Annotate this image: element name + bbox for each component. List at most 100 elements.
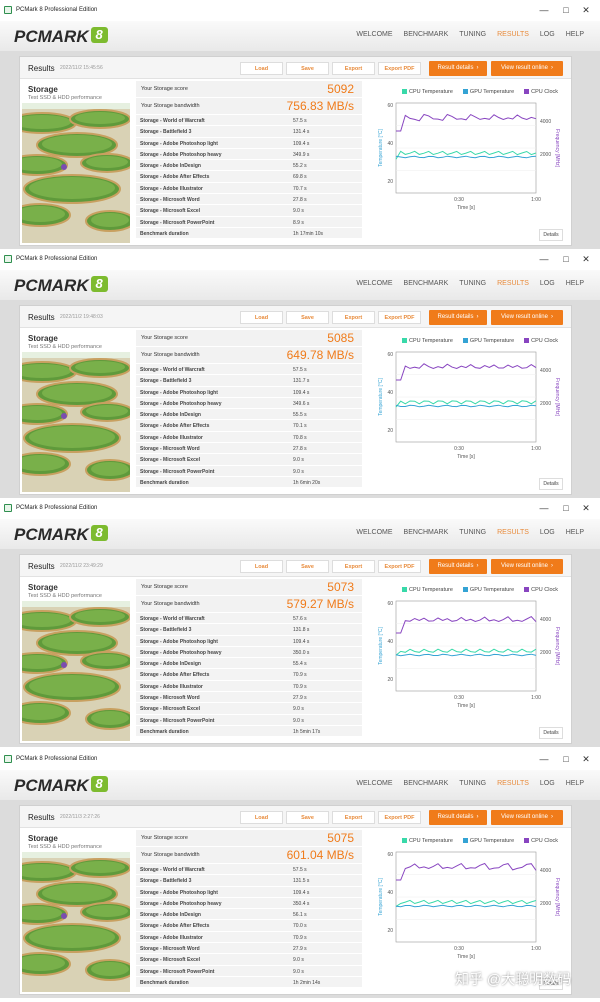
export-pdf-button[interactable]: Export PDF (378, 311, 421, 324)
results-table: Your Storage score 5075 Your Storage bandw… (136, 830, 362, 989)
view-result-online-button[interactable]: View result online › (491, 559, 563, 574)
score-label: Your Storage score (141, 584, 188, 590)
close-button[interactable]: ✕ (578, 3, 594, 17)
maximize-button[interactable]: □ (558, 752, 574, 766)
load-button[interactable]: Load (240, 560, 283, 573)
minimize-button[interactable]: — (536, 252, 552, 266)
maximize-button[interactable]: □ (558, 3, 574, 17)
benchmark-row: Storage - World of Warcraft 57.5 s (136, 364, 362, 376)
view-result-online-button[interactable]: View result online › (491, 810, 563, 825)
nav-results[interactable]: RESULTS (497, 31, 529, 38)
nav-welcome[interactable]: WELCOME (356, 780, 392, 787)
load-button[interactable]: Load (240, 811, 283, 824)
export-pdf-button[interactable]: Export PDF (378, 560, 421, 573)
logo-number: 8 (90, 525, 108, 541)
nav-benchmark[interactable]: BENCHMARK (404, 529, 449, 536)
export-button[interactable]: Export (332, 311, 375, 324)
nav-benchmark[interactable]: BENCHMARK (404, 31, 449, 38)
benchmark-name: Benchmark duration (140, 728, 189, 735)
nav-help[interactable]: HELP (566, 280, 584, 287)
benchmark-time: 9.0 s (293, 717, 304, 724)
benchmark-row: Storage - Microsoft PowerPoint 8.9 s (136, 216, 362, 228)
nav-tuning[interactable]: TUNING (459, 280, 486, 287)
benchmark-name: Storage - Microsoft PowerPoint (140, 219, 215, 226)
nav-results[interactable]: RESULTS (497, 280, 529, 287)
export-pdf-button[interactable]: Export PDF (378, 811, 421, 824)
storage-bandwidth-row: Your Storage bandwidth 756.83 MB/s (136, 98, 362, 115)
benchmark-row: Storage - Adobe Photoshop heavy 350.0 s (136, 646, 362, 659)
result-details-button[interactable]: Result details › (429, 310, 487, 325)
export-button[interactable]: Export (332, 560, 375, 573)
benchmark-name: Storage - Microsoft Word (140, 446, 200, 453)
bandwidth-value: 756.83 MB/s (286, 99, 354, 113)
nav-tuning[interactable]: TUNING (459, 529, 486, 536)
benchmark-name: Storage - Adobe Photoshop heavy (140, 400, 222, 407)
benchmark-name: Storage - Adobe Photoshop light (140, 389, 218, 396)
result-details-button[interactable]: Result details › (429, 559, 487, 574)
close-button[interactable]: ✕ (578, 501, 594, 515)
nav-log[interactable]: LOG (540, 280, 555, 287)
nav-welcome[interactable]: WELCOME (356, 529, 392, 536)
export-button[interactable]: Export (332, 62, 375, 75)
export-pdf-button[interactable]: Export PDF (378, 62, 421, 75)
left-axis-label: Temperature [°C] (378, 626, 384, 664)
nav-log[interactable]: LOG (540, 31, 555, 38)
minimize-button[interactable]: — (536, 752, 552, 766)
benchmark-name: Benchmark duration (140, 979, 189, 986)
right-tick-label: 4000 (540, 617, 551, 623)
load-button[interactable]: Load (240, 62, 283, 75)
maximize-button[interactable]: □ (558, 501, 574, 515)
benchmark-time: 57.5 s (293, 367, 307, 373)
view-result-online-button[interactable]: View result online › (491, 61, 563, 76)
right-tick-label: 4000 (540, 368, 551, 374)
nav-help[interactable]: HELP (566, 31, 584, 38)
chart-container: CPU Temperature GPU Temperature CPU Clock 6… (368, 81, 570, 245)
benchmark-name: Storage - Adobe Photoshop heavy (140, 900, 222, 907)
details-button[interactable]: Details (539, 478, 563, 490)
nav-log[interactable]: LOG (540, 780, 555, 787)
nav-results[interactable]: RESULTS (497, 529, 529, 536)
nav-help[interactable]: HELP (566, 780, 584, 787)
flower (61, 164, 67, 170)
benchmark-time: 109.4 s (293, 389, 310, 396)
brand-bar: PCMARK 8 WELCOME BENCHMARK TUNING RESULTS LOG H… (0, 270, 600, 300)
window-title: PCMark 8 Professional Edition (16, 756, 98, 762)
export-button[interactable]: Export (332, 811, 375, 824)
save-button[interactable]: Save (286, 311, 329, 324)
save-button[interactable]: Save (286, 811, 329, 824)
nav-results[interactable]: RESULTS (497, 780, 529, 787)
nav-benchmark[interactable]: BENCHMARK (404, 280, 449, 287)
result-details-button[interactable]: Result details › (429, 810, 487, 825)
benchmark-name: Storage - Adobe InDesign (140, 661, 201, 668)
nav-tuning[interactable]: TUNING (459, 780, 486, 787)
benchmark-time: 9.0 s (293, 706, 304, 713)
benchmark-name: Storage - Adobe Photoshop light (140, 638, 218, 645)
nav-help[interactable]: HELP (566, 529, 584, 536)
left-tick-label: 20 (387, 677, 393, 683)
close-button[interactable]: ✕ (578, 252, 594, 266)
benchmark-row: Storage - Adobe Photoshop light 109.4 s (136, 386, 362, 398)
result-details-button[interactable]: Result details › (429, 61, 487, 76)
nav-welcome[interactable]: WELCOME (356, 31, 392, 38)
details-button[interactable]: Details (539, 727, 563, 739)
x-tick-label: 0:30 (454, 946, 464, 952)
nav-tuning[interactable]: TUNING (459, 31, 486, 38)
nav-log[interactable]: LOG (540, 529, 555, 536)
close-button[interactable]: ✕ (578, 752, 594, 766)
maximize-button[interactable]: □ (558, 252, 574, 266)
benchmark-name: Storage - Microsoft Excel (140, 706, 201, 713)
score-value: 5085 (327, 331, 354, 345)
load-button[interactable]: Load (240, 311, 283, 324)
minimize-button[interactable]: — (536, 501, 552, 515)
nav-welcome[interactable]: WELCOME (356, 280, 392, 287)
benchmark-row: Storage - Microsoft PowerPoint 9.0 s (136, 465, 362, 477)
minimize-button[interactable]: — (536, 3, 552, 17)
nav-benchmark[interactable]: BENCHMARK (404, 780, 449, 787)
save-button[interactable]: Save (286, 560, 329, 573)
benchmark-name: Storage - Adobe Illustrator (140, 185, 203, 192)
benchmark-name: Storage - Battlefield 3 (140, 378, 192, 385)
details-button[interactable]: Details (539, 229, 563, 241)
view-result-online-button[interactable]: View result online › (491, 310, 563, 325)
bandwidth-label: Your Storage bandwidth (141, 103, 200, 109)
save-button[interactable]: Save (286, 62, 329, 75)
